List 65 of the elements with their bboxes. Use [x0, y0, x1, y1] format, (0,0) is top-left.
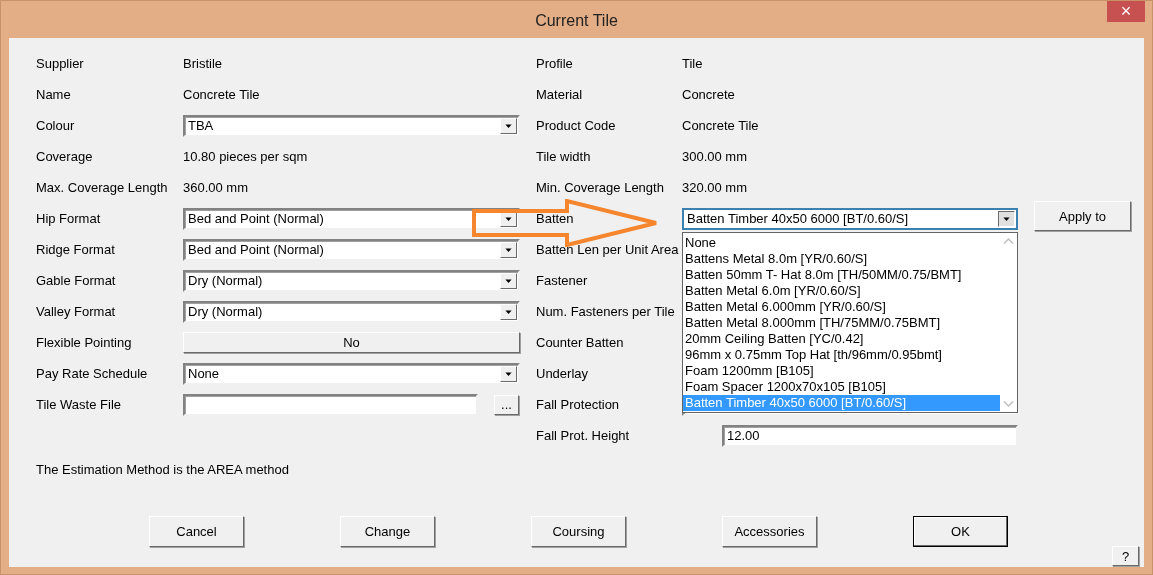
dropdown[interactable]: Bed and Point (Normal) — [183, 207, 520, 230]
field-label: Profile — [536, 55, 574, 73]
field-label: Gable Format — [36, 272, 117, 290]
list-option[interactable]: Batten Metal 6.0m [YR/0.60/S] — [683, 283, 1000, 299]
field-label: Fastener — [536, 272, 589, 290]
browse-button[interactable]: ... — [494, 394, 519, 415]
list-option[interactable]: 20mm Ceiling Batten [YC/0.42] — [683, 331, 1000, 347]
dropdown[interactable]: Dry (Normal) — [183, 300, 520, 323]
field-label: Name — [36, 86, 72, 104]
field-label: Product Code — [536, 117, 617, 135]
input-field[interactable]: 12.00 — [722, 424, 1018, 447]
apply-button[interactable]: Apply to — [1034, 201, 1131, 231]
field-value: 360.00 mm — [183, 180, 249, 195]
field-label: Counter Batten — [536, 334, 625, 352]
field-label: Batten Len per Unit Area — [536, 241, 680, 259]
toggle-button[interactable]: No — [183, 332, 520, 353]
list-option[interactable]: Foam 1200mm [B105] — [683, 363, 1000, 379]
field-label: Tile Waste File — [36, 396, 122, 414]
field-label: Num. Fasteners per Tile — [536, 303, 676, 321]
field-label: Fall Protection — [536, 396, 621, 414]
list-option[interactable]: Batten Metal 6.000mm [YR/0.60/S] — [683, 299, 1000, 315]
field-value: Concrete — [682, 87, 735, 102]
field-label: Min. Coverage Length — [536, 179, 665, 197]
field-value: 300.00 mm — [682, 149, 748, 164]
field-value: 10.80 pieces per sqm — [183, 149, 308, 164]
field-label: Supplier — [36, 55, 85, 73]
list-option[interactable]: Battens Metal 8.0m [YR/0.60/S] — [683, 251, 1000, 267]
field-label: Colour — [36, 117, 76, 135]
list-option[interactable]: Batten 50mm T- Hat 8.0m [TH/50MM/0.75/BMT] — [683, 267, 1000, 283]
dialog-button[interactable]: Accessories — [722, 516, 817, 547]
field-label: Hip Format — [36, 210, 102, 228]
field-value: Concrete Tile — [682, 118, 759, 133]
field-label: Fall Prot. Height — [536, 427, 631, 445]
dialog-button[interactable]: Change — [340, 516, 435, 547]
list-option[interactable]: None — [683, 235, 1000, 251]
field-label: Valley Format — [36, 303, 117, 321]
dropdown[interactable]: None — [183, 362, 520, 385]
field-value: Concrete Tile — [183, 87, 260, 102]
field-value: Tile — [682, 56, 703, 71]
dropdown[interactable]: Dry (Normal) — [183, 269, 520, 292]
field-label: Tile width — [536, 148, 592, 166]
field-label: Ridge Format — [36, 241, 116, 259]
field-label: Pay Rate Schedule — [36, 365, 149, 383]
field-label: Batten — [536, 210, 575, 228]
dropdown[interactable]: Bed and Point (Normal) — [183, 238, 520, 261]
dropdown[interactable]: Batten Timber 40x50 6000 [BT/0.60/S] — [682, 207, 1018, 230]
field-label: Underlay — [536, 365, 590, 383]
close-button[interactable]: × — [1107, 1, 1145, 22]
field-label: Material — [536, 86, 584, 104]
list-option[interactable]: 96mm x 0.75mm Top Hat [th/96mm/0.95bmt] — [683, 347, 1000, 363]
list-option[interactable]: Batten Metal 8.000mm [TH/75MM/0.75BMT] — [683, 315, 1000, 331]
window-title: Current Tile — [535, 11, 618, 30]
estimation-note: The Estimation Method is the AREA method — [36, 462, 290, 478]
field-value: 320.00 mm — [682, 180, 748, 195]
field-value: Bristile — [183, 56, 222, 71]
field-label: Coverage — [36, 148, 94, 166]
dialog-button[interactable]: OK — [913, 516, 1008, 547]
field-label: Flexible Pointing — [36, 334, 133, 352]
dialog-button[interactable]: Coursing — [531, 516, 626, 547]
help-button[interactable]: ? — [1112, 546, 1139, 566]
input-field[interactable] — [183, 393, 478, 416]
field-label: Max. Coverage Length — [36, 179, 169, 197]
dialog-button[interactable]: Cancel — [149, 516, 244, 547]
list-option[interactable]: Foam Spacer 1200x70x105 [B105] — [683, 379, 1000, 395]
dropdown[interactable]: TBA — [183, 114, 520, 137]
